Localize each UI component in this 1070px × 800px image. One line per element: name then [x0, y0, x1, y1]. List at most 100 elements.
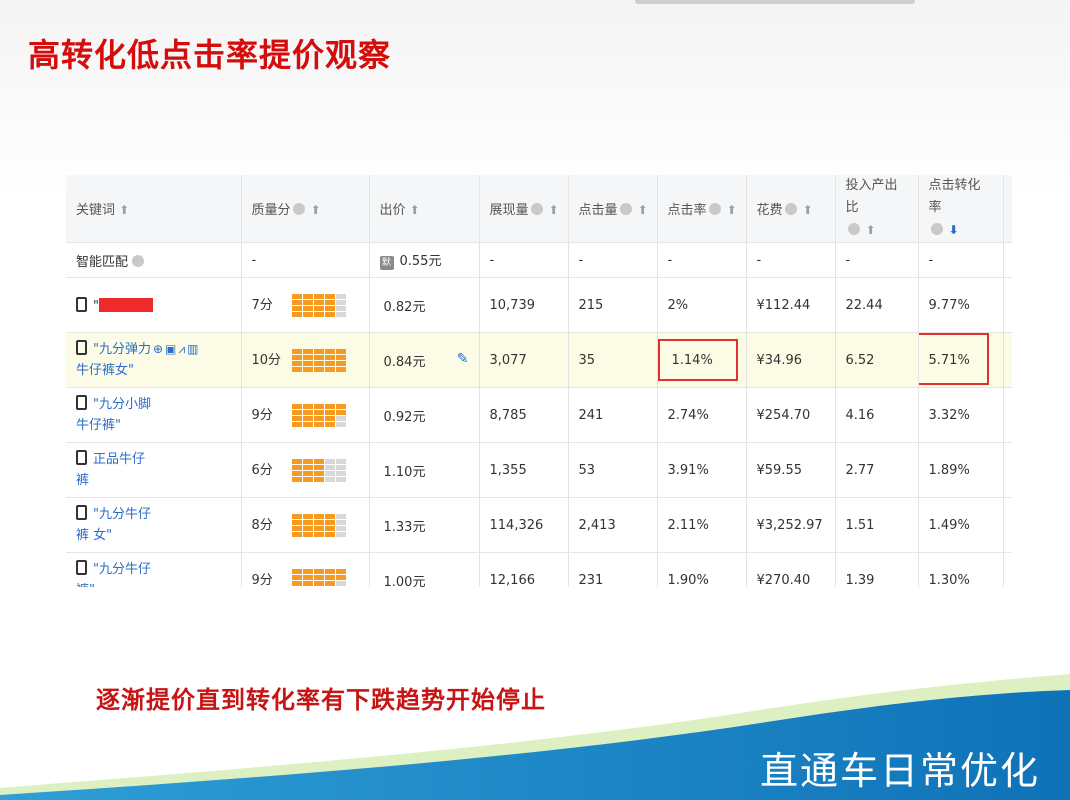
quality-bar-cell	[313, 458, 324, 464]
keyword-text-line2[interactable]: 牛仔裤女"	[76, 363, 134, 378]
help-icon[interactable]	[847, 223, 860, 235]
cell-clicks: 215	[568, 277, 658, 333]
cell-bid-value: 0.82元	[383, 299, 426, 315]
quality-bar-cell	[313, 311, 324, 317]
cell-roi: 1.51	[835, 497, 919, 553]
keyword-text[interactable]: "九分弹力	[93, 342, 151, 357]
quality-bar-cell	[291, 305, 302, 311]
cell-cvr: 1.89%	[918, 442, 1004, 498]
smart-match-row: 智能匹配 - 默 0.55元 - - - - - - -	[66, 242, 1012, 278]
sort-arrow-icon[interactable]: ⬆	[410, 203, 420, 217]
sort-arrow-icon[interactable]: ⬆	[549, 203, 559, 217]
col-cvr[interactable]: 点击转化率 ⬇	[918, 175, 1004, 243]
keyword-text[interactable]: "九分牛仔	[93, 507, 151, 522]
quality-bar-cell	[313, 580, 324, 586]
quality-bar-cell	[324, 464, 335, 470]
help-icon[interactable]	[132, 254, 145, 267]
quality-bar-cell	[313, 476, 324, 482]
quality-bar-cell	[335, 464, 346, 470]
cell-bid[interactable]: 1.00元	[369, 552, 480, 588]
quality-bar-cell	[302, 476, 313, 482]
sort-arrow-icon[interactable]: ⬆	[638, 203, 648, 217]
keyword-text[interactable]: "九分小脚	[93, 397, 151, 412]
slide-title: 高转化低点击率提价观察	[28, 36, 392, 74]
keyword-text-line2[interactable]: 牛仔裤"	[76, 418, 121, 433]
col-cost[interactable]: 花费 ⬆	[746, 175, 836, 243]
cell-keyword[interactable]: "	[66, 277, 242, 333]
cell-cvr: 9.77%	[918, 277, 1004, 333]
sort-arrow-icon[interactable]: ⬆	[119, 203, 129, 217]
quality-bar-cell	[335, 574, 346, 580]
quality-bar-cell	[335, 531, 346, 537]
col-ctr[interactable]: 点击率 ⬆	[657, 175, 747, 243]
sort-arrow-icon[interactable]: ⬆	[866, 223, 876, 237]
sort-arrow-icon[interactable]: ⬆	[803, 203, 813, 217]
cell-roi: 4.16	[835, 387, 919, 443]
cell-bid[interactable]: 1.33元	[369, 497, 480, 553]
quality-bar-cell	[324, 311, 335, 317]
cell-overflow: 2	[1003, 277, 1012, 333]
quality-bar-cell	[335, 525, 346, 531]
cell-impressions: 1,355	[479, 442, 569, 498]
cell-bid-value: 1.00元	[383, 574, 426, 588]
quality-bar-cell	[313, 525, 324, 531]
cell-bid[interactable]: 0.92元	[369, 387, 480, 443]
col-roi[interactable]: 投入产出比 ⬆	[835, 175, 919, 243]
quality-bar-cell	[291, 403, 302, 409]
keyword-text-line2[interactable]: 裤 女"	[76, 528, 112, 543]
cell-keyword[interactable]: "九分小脚牛仔裤"	[66, 387, 242, 443]
col-clicks[interactable]: 点击量 ⬆	[568, 175, 658, 243]
keyword-text-line2[interactable]: 裤	[76, 473, 89, 488]
cell-keyword[interactable]: "九分牛仔裤"	[66, 552, 242, 587]
quality-bar-cell	[291, 348, 302, 354]
edit-pencil-icon[interactable]: ✎	[457, 351, 469, 367]
cell-keyword[interactable]: 正品牛仔裤	[66, 442, 242, 498]
col-bid[interactable]: 出价 ⬆	[369, 175, 480, 243]
quality-bar-cell	[291, 409, 302, 415]
quality-bar-cell	[324, 360, 335, 366]
quality-bar	[291, 293, 346, 317]
quality-bar-cell	[302, 366, 313, 372]
help-icon[interactable]	[708, 203, 721, 215]
quality-bar-cell	[324, 415, 335, 421]
keyword-text[interactable]: 正品牛仔	[93, 452, 145, 467]
quality-bar-cell	[291, 586, 302, 587]
default-price-icon: 默	[379, 256, 394, 270]
quality-bar-cell	[324, 580, 335, 586]
cell-bid[interactable]: 0.82元	[369, 277, 480, 333]
cell-bid[interactable]: 默 0.55元	[369, 242, 480, 278]
mobile-icon	[76, 340, 87, 355]
quality-bar-cell	[335, 354, 346, 360]
help-icon[interactable]	[292, 203, 305, 215]
cell-keyword[interactable]: "九分弹力 ⊕▣⩘▥ 牛仔裤女"	[66, 332, 242, 388]
quality-bar-cell	[302, 525, 313, 531]
quality-bar-cell	[302, 531, 313, 537]
sort-arrow-icon[interactable]: ⬆	[311, 203, 321, 217]
cell-cvr: 1.30%	[918, 552, 1004, 587]
help-icon[interactable]	[619, 203, 632, 215]
cell-keyword[interactable]: "九分牛仔裤 女"	[66, 497, 242, 553]
sort-arrow-icon[interactable]: ⬆	[727, 203, 737, 217]
keyword-text[interactable]: "九分牛仔	[93, 562, 151, 577]
cell-clicks: 241	[568, 387, 658, 443]
keyword-text-line2[interactable]: 裤"	[76, 583, 95, 587]
help-icon[interactable]	[784, 203, 797, 215]
cell-bid-value: 1.10元	[383, 464, 426, 480]
col-quality[interactable]: 质量分 ⬆	[241, 175, 370, 243]
help-icon[interactable]	[530, 203, 543, 215]
quality-bar-cell	[324, 421, 335, 427]
mobile-icon	[76, 395, 87, 410]
help-icon[interactable]	[930, 223, 943, 235]
cell-bid[interactable]: 1.10元	[369, 442, 480, 498]
col-impressions[interactable]: 展现量 ⬆	[479, 175, 569, 243]
cell-bid[interactable]: 0.84元 ✎	[369, 332, 480, 388]
quality-bar-cell	[324, 513, 335, 519]
col-keyword[interactable]: 关键词 ⬆	[66, 175, 242, 243]
quality-bar-cell	[302, 415, 313, 421]
row-action-icons[interactable]: ⊕▣⩘▥	[153, 342, 201, 356]
mobile-icon	[76, 505, 87, 520]
quality-bar-cell	[335, 299, 346, 305]
sort-desc-arrow-icon[interactable]: ⬇	[949, 223, 959, 237]
quality-bar-cell	[291, 299, 302, 305]
cell-roi: 2.77	[835, 442, 919, 498]
